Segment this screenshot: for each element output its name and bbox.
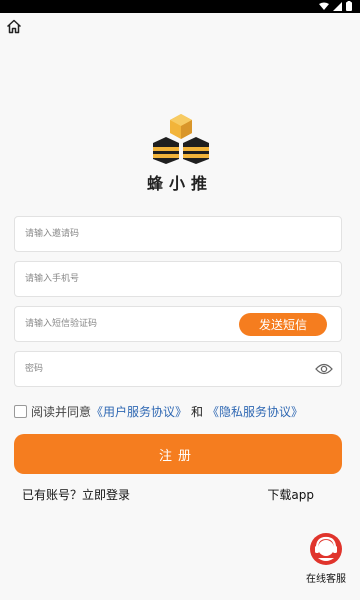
agreement-row: 阅读并同意 《用户服务协议》 和 《隐私服务协议》 <box>14 403 303 420</box>
sms-code-input[interactable] <box>25 307 225 341</box>
register-button[interactable]: 注册 <box>14 434 342 474</box>
status-bar <box>0 0 360 13</box>
agree-checkbox[interactable] <box>14 405 27 418</box>
status-icons <box>319 1 352 11</box>
phone-field[interactable] <box>14 261 342 297</box>
privacy-agreement-link[interactable]: 《隐私服务协议》 <box>207 403 303 420</box>
invite-code-input[interactable] <box>25 217 225 251</box>
app-name: 蜂小推 <box>146 174 213 193</box>
invite-code-field[interactable] <box>14 216 342 252</box>
password-input[interactable] <box>25 352 225 386</box>
battery-icon <box>346 1 352 11</box>
customer-service-icon <box>310 533 342 565</box>
logo-icon <box>153 114 209 164</box>
read-agree-text: 阅读并同意 <box>31 405 92 419</box>
eye-icon[interactable] <box>315 362 333 376</box>
sms-code-field[interactable]: 发送短信 <box>14 306 342 342</box>
online-service-label: 在线客服 <box>306 574 346 585</box>
login-link[interactable]: 已有账号？立即登录 <box>22 486 130 503</box>
user-agreement-link[interactable]: 《用户服务协议》 <box>91 403 187 420</box>
online-service-button[interactable]: 在线客服 <box>302 532 350 585</box>
password-field[interactable] <box>14 351 342 387</box>
and-text: 和 <box>191 405 204 419</box>
wifi-icon <box>319 2 329 10</box>
download-app-link[interactable]: 下载app <box>267 486 314 503</box>
phone-input[interactable] <box>25 262 225 296</box>
signal-icon <box>333 1 342 11</box>
home-icon <box>6 19 22 33</box>
home-button[interactable] <box>4 16 24 36</box>
send-sms-button[interactable]: 发送短信 <box>239 313 327 336</box>
